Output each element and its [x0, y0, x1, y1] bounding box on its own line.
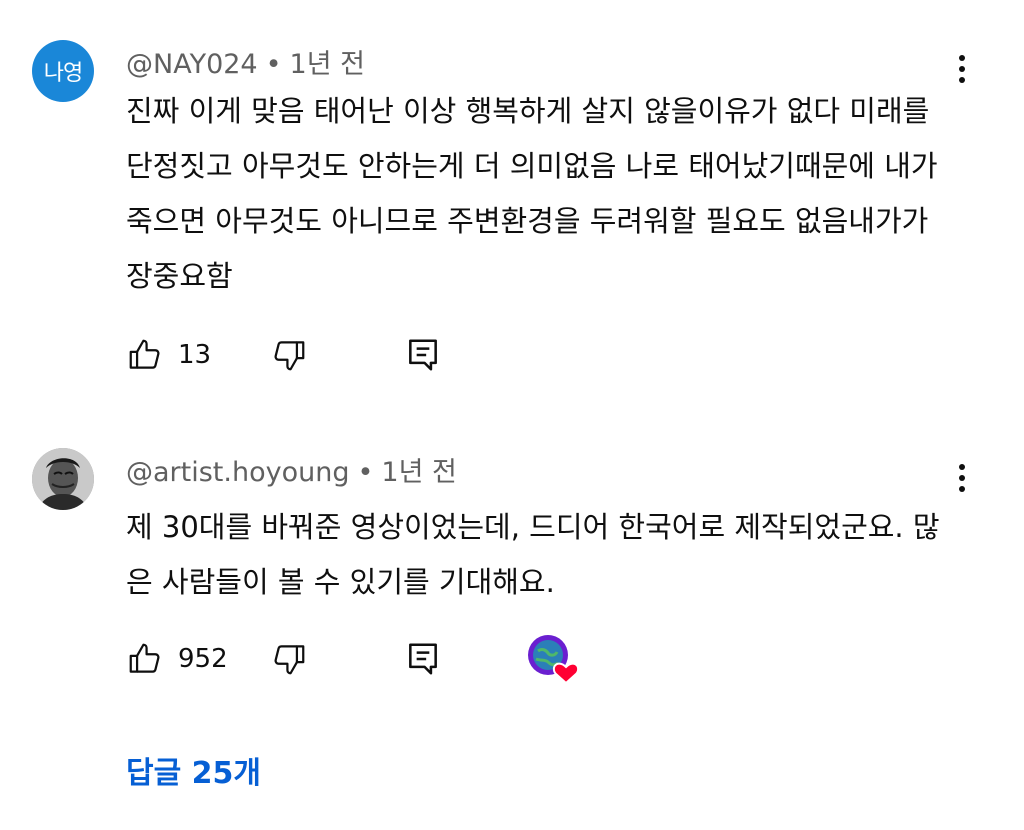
like-button[interactable]: 952	[126, 637, 228, 681]
comment-item: @artist.hoyoung • 1년 전 제 30대를 바꿔준 영상이었는데, …	[0, 420, 1024, 740]
thumb-down-icon	[274, 341, 305, 371]
comment-meta: @artist.hoyoung • 1년 전	[126, 450, 457, 489]
profile-photo	[32, 448, 94, 510]
comment-item: 나영 @NAY024 • 1년 전 진짜 이게 맞음 태어난 이상 행복하게 살지 …	[0, 0, 1024, 420]
more-vert-icon	[959, 464, 965, 470]
more-vert-icon	[959, 55, 965, 61]
more-options-button[interactable]	[944, 47, 980, 91]
comment-actions: 952	[126, 635, 726, 685]
meta-separator: •	[357, 457, 374, 488]
comment-reply-icon	[409, 339, 437, 371]
creator-heart-icon	[528, 635, 580, 685]
comment-reply-icon	[409, 643, 437, 675]
avatar[interactable]: 나영	[32, 40, 94, 102]
more-options-button[interactable]	[944, 456, 980, 500]
dislike-button[interactable]	[270, 637, 308, 681]
comment-text: 제 30대를 바꿔준 영상이었는데, 드디어 한국어로 제작되었군요. 많은 사…	[126, 510, 940, 599]
like-button[interactable]: 13	[126, 333, 211, 377]
comment-text: 진짜 이게 맞음 태어난 이상 행복하게 살지 않을이유가 없다 미래를 단정짓…	[126, 94, 938, 293]
username[interactable]: @NAY024	[126, 49, 258, 80]
view-replies-button[interactable]: 답글 25개	[126, 748, 261, 792]
avatar[interactable]	[32, 448, 94, 510]
reply-button[interactable]	[404, 637, 442, 681]
thumb-up-icon	[129, 643, 160, 673]
dislike-button[interactable]	[270, 333, 308, 377]
like-count: 13	[178, 340, 212, 370]
comment-meta: @NAY024 • 1년 전	[126, 42, 365, 81]
reply-button[interactable]	[404, 333, 442, 377]
username[interactable]: @artist.hoyoung	[126, 457, 349, 488]
comment-actions: 13	[126, 333, 726, 377]
thumb-down-icon	[274, 645, 305, 675]
like-count: 952	[178, 644, 228, 674]
timestamp[interactable]: 1년 전	[290, 49, 365, 80]
timestamp[interactable]: 1년 전	[381, 457, 456, 488]
thumb-up-icon	[129, 339, 160, 369]
creator-heart-badge	[526, 631, 582, 687]
meta-separator: •	[265, 49, 282, 80]
